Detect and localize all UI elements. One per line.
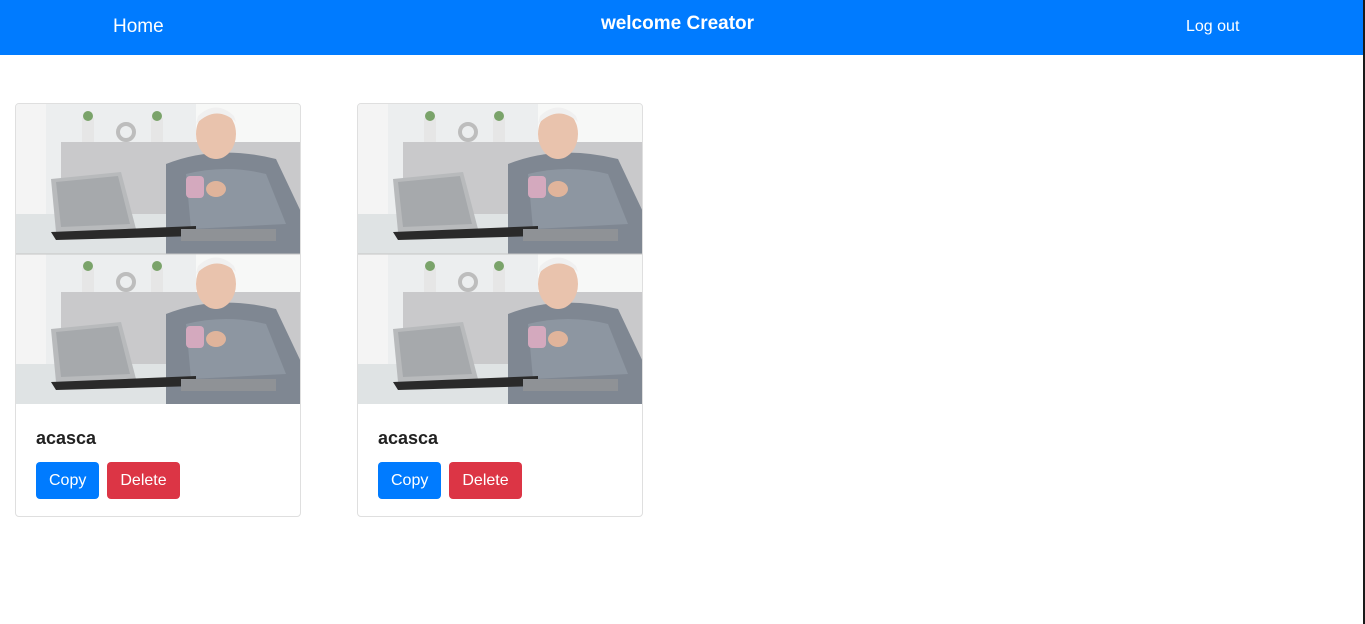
copy-button[interactable]: Copy xyxy=(378,462,442,499)
meme-image xyxy=(16,104,300,404)
meme-image xyxy=(358,104,642,404)
meme-card: acasca Copy Delete xyxy=(357,103,643,517)
card-title: acasca xyxy=(378,428,439,448)
copy-button[interactable]: Copy xyxy=(36,462,100,499)
navbar: Home welcome Creator Log out xyxy=(0,0,1363,55)
page: Home welcome Creator Log out acasca Copy… xyxy=(0,0,1365,624)
card-actions: Copy Delete xyxy=(36,462,180,499)
meme-card: acasca Copy Delete xyxy=(15,103,301,517)
page-title: welcome Creator xyxy=(600,13,755,34)
card-body: acasca Copy Delete xyxy=(378,426,522,499)
delete-button[interactable]: Delete xyxy=(107,462,180,499)
card-body: acasca Copy Delete xyxy=(36,426,180,499)
delete-button[interactable]: Delete xyxy=(449,462,522,499)
card-actions: Copy Delete xyxy=(378,462,522,499)
logout-link[interactable]: Log out xyxy=(1186,18,1239,36)
card-title: acasca xyxy=(36,428,97,448)
